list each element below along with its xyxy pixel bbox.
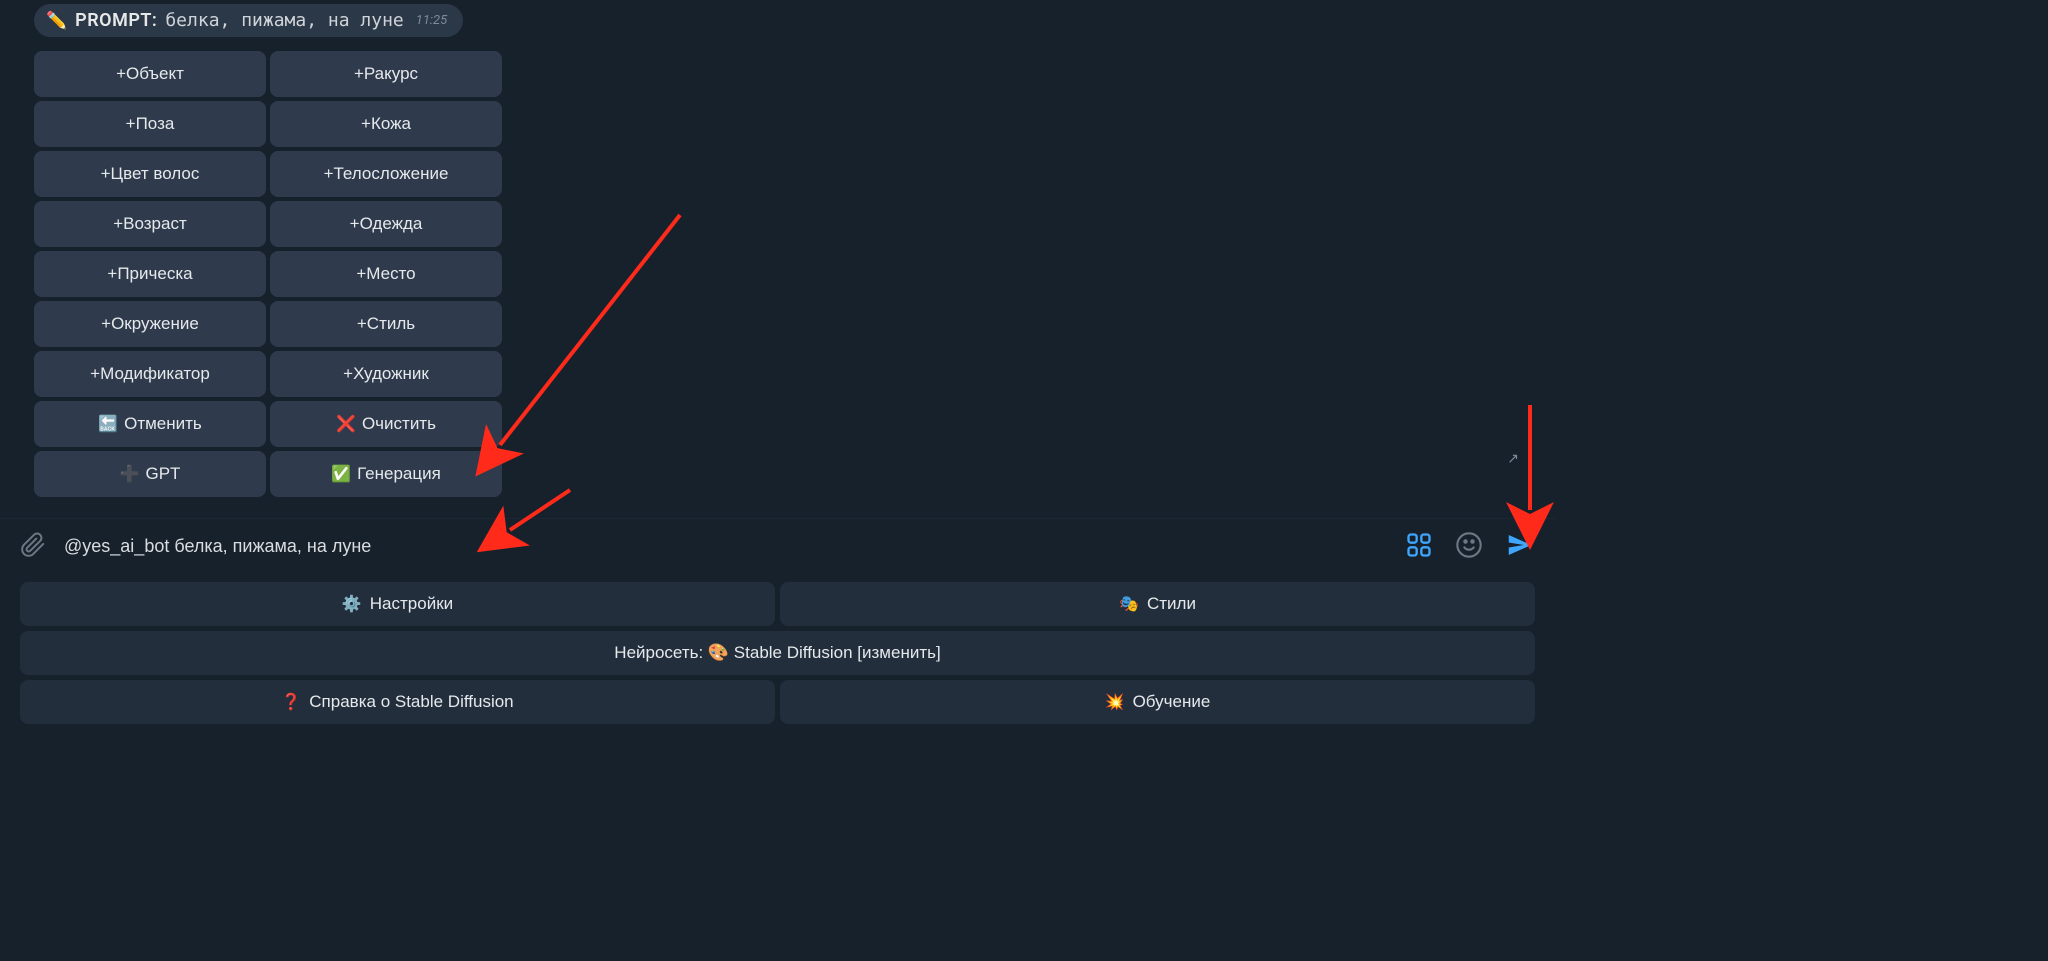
- gear-icon: ⚙️: [342, 594, 362, 614]
- reply-keyboard: ⚙️ Настройки 🎭 Стили Нейросеть: 🎨 Stable…: [0, 580, 1555, 734]
- btn-generate[interactable]: ✅ Генерация: [270, 451, 502, 497]
- send-button[interactable]: [1505, 530, 1535, 564]
- kb-settings[interactable]: ⚙️ Настройки: [20, 582, 775, 626]
- boom-icon: 💥: [1105, 692, 1125, 712]
- btn-place[interactable]: +Место: [270, 251, 502, 297]
- cross-icon: ❌: [336, 414, 356, 434]
- kb-network[interactable]: Нейросеть: 🎨 Stable Diffusion [изменить]: [20, 631, 1535, 675]
- btn-body[interactable]: +Телосложение: [270, 151, 502, 197]
- btn-gpt[interactable]: ➕ GPT: [34, 451, 266, 497]
- prompt-bubble: ✏️ PROMPT: белка, пижама, на луне 11:25: [34, 4, 463, 37]
- check-icon: ✅: [331, 464, 351, 484]
- question-icon: ❓: [281, 692, 301, 712]
- btn-undo[interactable]: 🔙 Отменить: [34, 401, 266, 447]
- kb-help[interactable]: ❓ Справка о Stable Diffusion: [20, 680, 775, 724]
- btn-skin[interactable]: +Кожа: [270, 101, 502, 147]
- emoji-icon[interactable]: [1455, 531, 1483, 563]
- plus-icon: ➕: [120, 464, 140, 484]
- kb-styles[interactable]: 🎭 Стили: [780, 582, 1535, 626]
- message-input-bar: [0, 518, 1555, 574]
- share-icon: ↗: [1507, 451, 1519, 467]
- masks-icon: 🎭: [1119, 594, 1139, 614]
- btn-haircolor[interactable]: +Цвет волос: [34, 151, 266, 197]
- pencil-icon: ✏️: [46, 11, 67, 31]
- back-icon: 🔙: [98, 414, 118, 434]
- btn-modifier[interactable]: +Модификатор: [34, 351, 266, 397]
- btn-environment[interactable]: +Окружение: [34, 301, 266, 347]
- btn-clothes[interactable]: +Одежда: [270, 201, 502, 247]
- btn-artist[interactable]: +Художник: [270, 351, 502, 397]
- prompt-text: белка, пижама, на луне: [165, 10, 403, 31]
- btn-angle[interactable]: +Ракурс: [270, 51, 502, 97]
- attach-icon[interactable]: [20, 532, 46, 562]
- inline-keyboard: +Объект +Ракурс +Поза +Кожа +Цвет волос …: [34, 51, 1525, 497]
- btn-object[interactable]: +Объект: [34, 51, 266, 97]
- btn-pose[interactable]: +Поза: [34, 101, 266, 147]
- commands-icon[interactable]: [1405, 531, 1433, 563]
- message-input[interactable]: [46, 536, 1405, 557]
- kb-training[interactable]: 💥 Обучение: [780, 680, 1535, 724]
- btn-style[interactable]: +Стиль: [270, 301, 502, 347]
- btn-age[interactable]: +Возраст: [34, 201, 266, 247]
- prompt-label: PROMPT:: [75, 10, 157, 31]
- btn-haircut[interactable]: +Прическа: [34, 251, 266, 297]
- message-time: 11:25: [416, 13, 447, 28]
- btn-clear[interactable]: ❌ Очистить: [270, 401, 502, 447]
